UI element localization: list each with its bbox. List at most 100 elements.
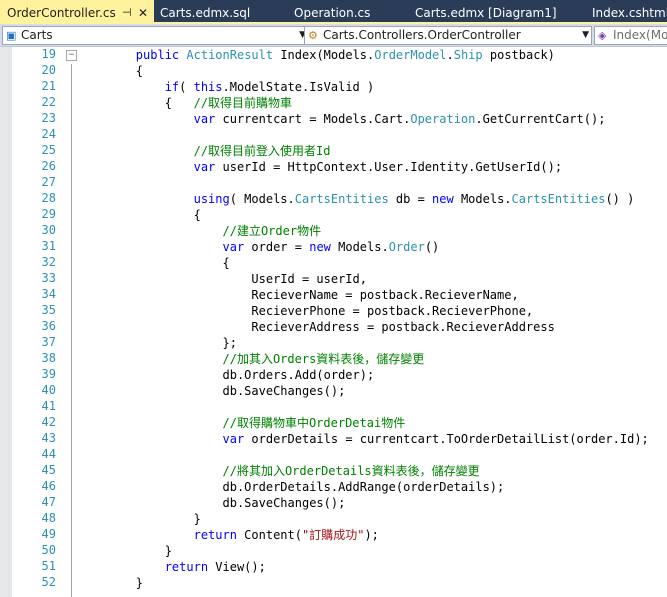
navigation-bar: ▣ Carts ▼ ⚙ Carts.Controllers.OrderContr… [0,24,667,47]
tab-ordercontroller-cs[interactable]: OrderController.cs ⊣ ✕ [0,0,154,24]
code-token: { [78,64,144,78]
tab-index-cshtml[interactable]: Index.cshtml [592,0,667,24]
line-number: 20 [41,63,56,77]
line-number: 36 [41,319,56,333]
code-line[interactable]: public ActionResult Index(Models.OrderMo… [78,47,555,63]
class-icon: ⚙ [308,29,318,42]
member-dropdown[interactable]: ◈ Index(Mo [594,26,667,45]
code-line[interactable]: var userId = HttpContext.User.Identity.G… [78,159,562,175]
code-line[interactable]: { //取得目前購物車 [78,95,292,111]
code-line[interactable]: { [78,63,143,79]
line-number: 51 [41,559,56,573]
keyword-token: var [222,432,245,446]
code-line[interactable]: var order = new Models.Order() [78,239,440,255]
line-number: 27 [41,175,56,189]
code-token: } [78,576,144,590]
type-token: CartsEntities [294,192,389,206]
project-dropdown[interactable]: ▣ Carts ▼ [2,26,309,45]
chevron-down-icon[interactable]: ▼ [582,27,589,44]
code-token: ); [364,528,379,542]
code-line[interactable]: db.OrderDetails.AddRange(orderDetails); [78,479,504,495]
code-token: .ModelState.IsValid ) [222,80,375,94]
tab-carts-edmx-diagram[interactable]: Carts.edmx [Diagram1] [415,0,557,24]
code-line[interactable]: if( this.ModelState.IsValid ) [78,79,375,95]
code-line[interactable]: RecieverAddress = postback.RecieverAddre… [78,319,554,335]
type-dropdown[interactable]: ⚙ Carts.Controllers.OrderController ▼ [304,26,592,45]
code-token: Models. [330,240,389,254]
tab-carts-edmx-sql[interactable]: Carts.edmx.sql [160,0,250,24]
code-token: . [446,48,454,62]
code-token: RecieverPhone = postback.RecieverPhone, [78,304,534,318]
code-line[interactable]: return View(); [78,559,266,575]
code-line[interactable]: db.SaveChanges(); [78,495,345,511]
line-number: 23 [41,111,56,125]
indicator-margin[interactable] [0,47,14,597]
code-line[interactable]: return Content("訂購成功"); [78,527,379,543]
code-editor[interactable]: 19 20 21 22 23 24 25 26 27 28 29 30 31 32 33 34 35 36 37 38… [0,47,667,597]
code-line[interactable]: RecieverName = postback.RecieverName, [78,287,519,303]
code-token: } [78,544,172,558]
code-token: RecieverName = postback.RecieverName, [78,288,519,302]
code-token: Content( [236,528,302,542]
type-token: Order [388,240,425,254]
code-token: orderDetails = currentcart.ToOrderDetail… [244,432,649,446]
code-line[interactable]: UserId = userId, [78,271,367,287]
code-token: ( [179,80,194,94]
code-token: userId = HttpContext.User.Identity.GetUs… [215,160,563,174]
code-line[interactable]: //建立Order物件 [78,223,322,239]
line-number: 50 [41,543,56,557]
line-number: 30 [41,223,56,237]
line-number: 49 [41,527,56,541]
code-line[interactable]: //加其入Orders資料表後，儲存變更 [78,351,425,367]
code-token: () ) [605,192,635,206]
comment-token: //取得目前購物車 [193,96,293,110]
outline-fold-line [71,64,72,597]
keyword-token: var [222,240,245,254]
code-token: () [424,240,440,254]
line-number: 47 [41,495,56,509]
comment-token: //建立Order物件 [222,224,322,238]
code-line[interactable]: { [78,207,201,223]
code-line[interactable]: db.Orders.Add(order); [78,367,374,383]
code-line[interactable]: } [78,543,172,559]
code-line[interactable]: } [78,511,201,527]
line-number: 45 [41,463,56,477]
code-line[interactable]: using( Models.CartsEntities db = new Mod… [78,191,635,207]
code-token: order = [244,240,310,254]
line-number: 39 [41,367,56,381]
code-token: db.Orders.Add(order); [78,368,375,382]
tab-label: Operation.cs [294,6,371,20]
line-number: 42 [41,415,56,429]
line-number: 25 [41,143,56,157]
code-line[interactable]: } [78,575,143,591]
line-number: 34 [41,287,56,301]
type-token: CartsEntities [511,192,606,206]
collapse-icon[interactable]: − [66,50,77,61]
tab-operation-cs[interactable]: Operation.cs [294,0,370,24]
type-token: OrderModel [374,48,447,62]
member-dropdown-value: Index(Mo [613,28,667,42]
code-token: } [78,512,201,526]
line-number: 29 [41,207,56,221]
code-line[interactable]: db.SaveChanges(); [78,383,345,399]
line-number: 48 [41,511,56,525]
code-line[interactable]: RecieverPhone = postback.RecieverPhone, [78,303,533,319]
type-token: Operation [410,112,476,126]
keyword-token: var [193,112,216,126]
code-line[interactable]: var orderDetails = currentcart.ToOrderDe… [78,431,649,447]
code-line[interactable]: }; [78,335,236,351]
code-line[interactable]: //取得目前登入使用者Id [78,143,331,159]
code-line[interactable]: { [78,255,229,271]
code-line[interactable]: //將其加入OrderDetails資料表後，儲存變更 [78,463,480,479]
code-token: UserId = userId, [78,272,367,286]
code-line[interactable]: var currentcart = Models.Cart.Operation.… [78,111,606,127]
code-token: db.OrderDetails.AddRange(orderDetails); [78,480,505,494]
code-line[interactable]: //取得購物車中OrderDetai物件 [78,415,406,431]
line-number: 40 [41,383,56,397]
